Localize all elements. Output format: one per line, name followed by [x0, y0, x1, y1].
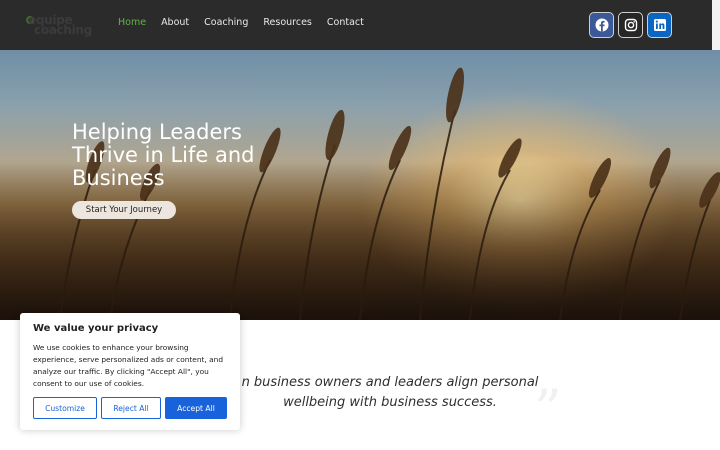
scrollbar-track[interactable]: [712, 0, 720, 50]
hero-title-line: Thrive in Life and: [72, 143, 255, 167]
nav-coaching[interactable]: Coaching: [204, 17, 248, 28]
cookie-consent-banner: We value your privacy We use cookies to …: [20, 313, 240, 430]
cookie-reject-button[interactable]: Reject All: [101, 397, 161, 419]
mission-statement: n business owners and leaders align pers…: [200, 373, 580, 413]
hero-title-line: Business: [72, 166, 165, 190]
cookie-title: We value your privacy: [33, 323, 159, 334]
linkedin-icon: [653, 19, 666, 31]
cookie-description: We use cookies to enhance your browsing …: [33, 343, 224, 388]
main-nav: Home About Coaching Resources Contact: [118, 17, 379, 28]
site-logo[interactable]: equipe coaching: [26, 13, 92, 37]
cookie-accept-button[interactable]: Accept All: [165, 397, 227, 419]
nav-home[interactable]: Home: [118, 17, 146, 28]
site-header: equipe coaching Home About Coaching Reso…: [0, 0, 712, 50]
logo-text-line2: coaching: [34, 23, 92, 37]
facebook-button[interactable]: [589, 12, 614, 38]
facebook-icon: [595, 18, 608, 32]
mission-line: n business owners and leaders align pers…: [241, 375, 539, 390]
linkedin-button[interactable]: [647, 12, 672, 38]
start-journey-button[interactable]: Start Your Journey: [72, 201, 176, 219]
nav-contact[interactable]: Contact: [327, 17, 364, 28]
social-links: [589, 12, 672, 38]
nav-about[interactable]: About: [161, 17, 189, 28]
hero-title-line: Helping Leaders: [72, 120, 242, 144]
instagram-button[interactable]: [618, 12, 643, 38]
hero-banner: Helping Leaders Thrive in Life and Busin…: [0, 50, 720, 320]
cookie-customize-button[interactable]: Customize: [33, 397, 97, 419]
hero-title: Helping Leaders Thrive in Life and Busin…: [72, 121, 312, 190]
nav-resources[interactable]: Resources: [263, 17, 312, 28]
mission-line: wellbeing with business success.: [283, 395, 497, 410]
instagram-icon: [624, 18, 637, 32]
